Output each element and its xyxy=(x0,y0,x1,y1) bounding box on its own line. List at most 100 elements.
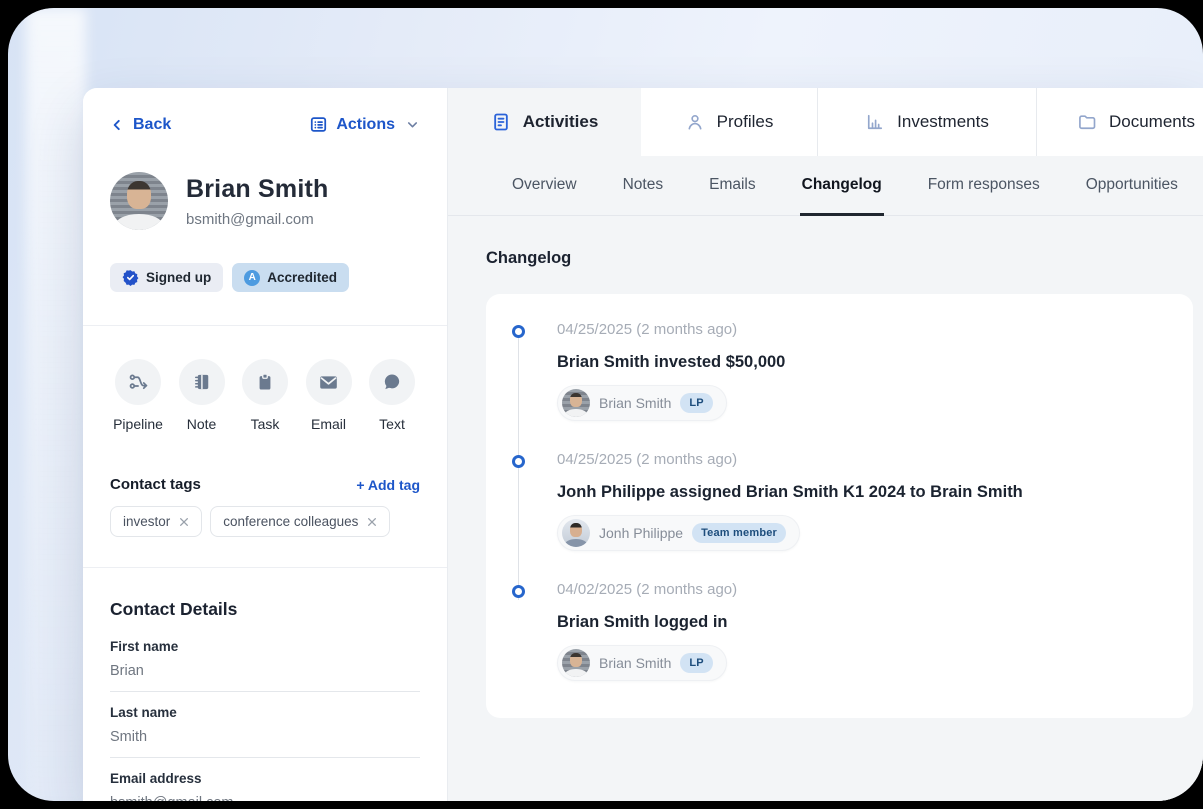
sidebar-topbar: Back Actions xyxy=(110,115,420,134)
tag-label: conference colleagues xyxy=(223,514,358,529)
actor-avatar xyxy=(562,519,590,547)
tab-profiles[interactable]: Profiles xyxy=(641,88,817,156)
changelog-heading: Changelog xyxy=(486,249,1203,268)
main-tabbar: Activities Profiles Investments xyxy=(448,88,1203,156)
folder-icon xyxy=(1077,112,1097,132)
subtab-form-responses[interactable]: Form responses xyxy=(926,156,1042,216)
last-name-value[interactable]: Smith xyxy=(110,720,420,758)
task-icon xyxy=(242,359,288,405)
activities-list-icon xyxy=(491,112,511,132)
contact-sidebar: Back Actions Brian Smith bsmith@gmail.co xyxy=(83,88,448,801)
timeline-line xyxy=(518,338,519,600)
entry-title: Jonh Philippe assigned Brian Smith K1 20… xyxy=(557,483,1173,502)
remove-tag-icon[interactable] xyxy=(367,517,377,527)
app-window: Back Actions Brian Smith bsmith@gmail.co xyxy=(83,88,1203,801)
pipeline-button[interactable]: Pipeline xyxy=(110,359,166,432)
contact-name: Brian Smith xyxy=(186,175,329,204)
entry-date: 04/25/2025 (2 months ago) xyxy=(557,451,1173,468)
entry-date: 04/02/2025 (2 months ago) xyxy=(557,581,1173,598)
actor-avatar xyxy=(562,389,590,417)
pipeline-icon xyxy=(115,359,161,405)
tag-label: investor xyxy=(123,514,170,529)
contact-email: bsmith@gmail.com xyxy=(186,211,329,228)
actor-name: Jonh Philippe xyxy=(599,525,683,541)
note-label: Note xyxy=(187,416,217,432)
timeline-dot xyxy=(512,325,525,338)
actor-name: Brian Smith xyxy=(599,655,671,671)
contact-tags-title: Contact tags xyxy=(110,476,201,493)
person-icon xyxy=(685,112,705,132)
subtab-emails[interactable]: Emails xyxy=(707,156,758,216)
changelog-entry: 04/02/2025 (2 months ago) Brian Smith lo… xyxy=(557,581,1173,682)
tab-documents-label: Documents xyxy=(1109,112,1195,132)
text-button[interactable]: Text xyxy=(364,359,420,432)
quick-actions-row: Pipeline Note Task xyxy=(110,359,420,432)
task-label: Task xyxy=(251,416,280,432)
role-badge: LP xyxy=(680,653,712,673)
text-label: Text xyxy=(379,416,405,432)
bar-chart-icon xyxy=(865,112,885,132)
changelog-card: 04/25/2025 (2 months ago) Brian Smith in… xyxy=(486,294,1193,718)
last-name-field: Last name Smith xyxy=(110,705,420,758)
section-divider xyxy=(83,567,447,568)
entry-date: 04/25/2025 (2 months ago) xyxy=(557,321,1173,338)
chevron-down-icon xyxy=(405,117,420,132)
tab-activities[interactable]: Activities xyxy=(448,88,641,156)
accredited-label: Accredited xyxy=(267,270,337,285)
chevron-left-icon xyxy=(110,118,124,132)
verified-seal-icon xyxy=(122,269,139,286)
first-name-label: First name xyxy=(110,639,420,654)
changelog-entry: 04/25/2025 (2 months ago) Brian Smith in… xyxy=(557,321,1173,422)
subtab-notes[interactable]: Notes xyxy=(621,156,666,216)
first-name-field: First name Brian xyxy=(110,639,420,692)
email-address-label: Email address xyxy=(110,771,420,786)
actor-chip[interactable]: Jonh Philippe Team member xyxy=(557,515,800,551)
actions-button[interactable]: Actions xyxy=(309,115,420,134)
sub-tabbar: Overview Notes Emails Changelog Form res… xyxy=(448,156,1203,216)
remove-tag-icon[interactable] xyxy=(179,517,189,527)
role-badge: LP xyxy=(680,393,712,413)
task-button[interactable]: Task xyxy=(237,359,293,432)
text-bubble-icon xyxy=(369,359,415,405)
contact-profile-header: Brian Smith bsmith@gmail.com xyxy=(110,172,420,230)
actor-chip[interactable]: Brian Smith LP xyxy=(557,385,727,421)
email-icon xyxy=(306,359,352,405)
contact-tags-row: investor conference colleagues xyxy=(110,506,420,537)
main-content: Activities Profiles Investments xyxy=(448,88,1203,801)
actions-label: Actions xyxy=(336,116,395,134)
note-icon xyxy=(179,359,225,405)
note-button[interactable]: Note xyxy=(174,359,230,432)
tab-documents[interactable]: Documents xyxy=(1036,88,1203,156)
tab-investments-label: Investments xyxy=(897,112,989,132)
section-divider xyxy=(83,325,447,326)
changelog-entry: 04/25/2025 (2 months ago) Jonh Philippe … xyxy=(557,451,1173,552)
email-address-field: Email address bsmith@gmail.com xyxy=(110,771,420,801)
list-details-icon xyxy=(309,115,328,134)
first-name-value[interactable]: Brian xyxy=(110,654,420,692)
signed-up-label: Signed up xyxy=(146,270,211,285)
back-button[interactable]: Back xyxy=(110,116,171,134)
timeline-dot xyxy=(512,585,525,598)
tab-investments[interactable]: Investments xyxy=(817,88,1036,156)
last-name-label: Last name xyxy=(110,705,420,720)
contact-avatar xyxy=(110,172,168,230)
subtab-overview[interactable]: Overview xyxy=(510,156,579,216)
tag-conference-colleagues[interactable]: conference colleagues xyxy=(210,506,390,537)
contact-tags-header: Contact tags + Add tag xyxy=(110,476,420,493)
pipeline-label: Pipeline xyxy=(113,416,163,432)
actor-avatar xyxy=(562,649,590,677)
subtab-changelog[interactable]: Changelog xyxy=(800,156,884,216)
timeline-dot xyxy=(512,455,525,468)
actor-chip[interactable]: Brian Smith LP xyxy=(557,645,727,681)
subtab-opportunities[interactable]: Opportunities xyxy=(1084,156,1180,216)
accredited-a-icon: A xyxy=(244,270,260,286)
tab-profiles-label: Profiles xyxy=(717,112,774,132)
status-badges: Signed up A Accredited xyxy=(110,263,420,292)
signed-up-badge: Signed up xyxy=(110,263,223,292)
page-frame: Back Actions Brian Smith bsmith@gmail.co xyxy=(8,8,1203,801)
email-address-value[interactable]: bsmith@gmail.com xyxy=(110,786,420,801)
add-tag-button[interactable]: + Add tag xyxy=(356,477,420,493)
tag-investor[interactable]: investor xyxy=(110,506,202,537)
email-button[interactable]: Email xyxy=(301,359,357,432)
role-badge: Team member xyxy=(692,523,786,543)
